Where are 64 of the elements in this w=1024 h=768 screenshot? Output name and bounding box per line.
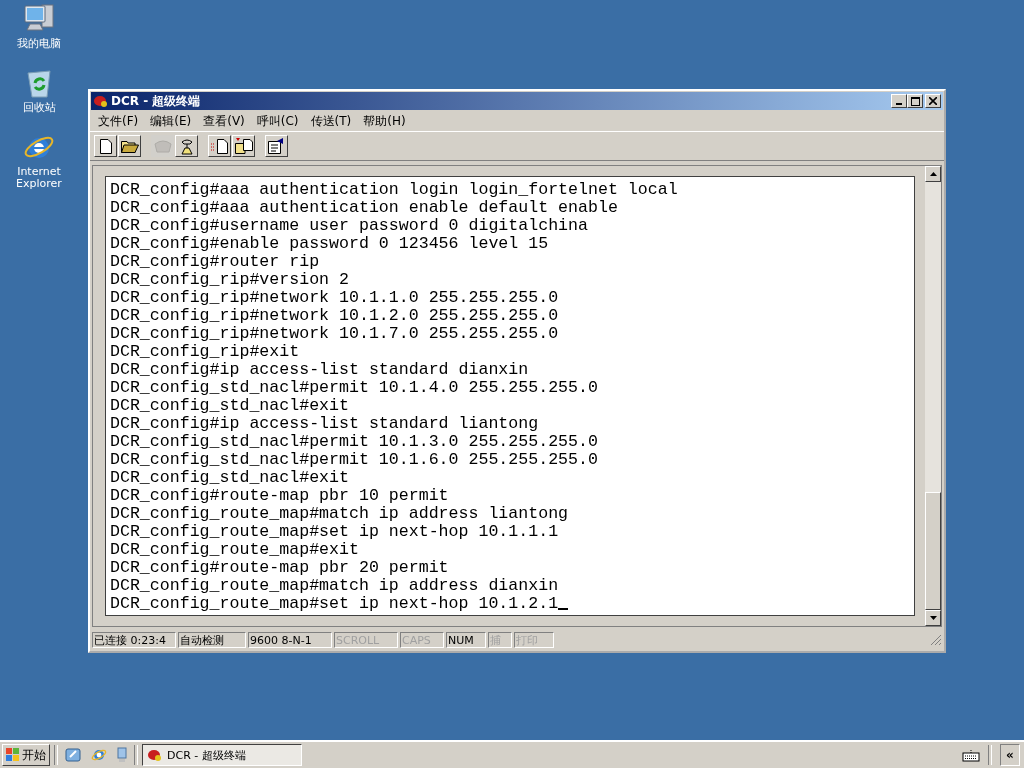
terminal-line: DCR_config_route_map#set ip next-hop 10.1.2.1 xyxy=(110,595,559,613)
terminal-line: DCR_config#router rip xyxy=(110,253,320,271)
menu-item[interactable]: 传送(T) xyxy=(310,112,352,130)
terminal-line: DCR_config_std_nacl#permit 10.1.3.0 255.255.255.0 xyxy=(110,433,598,451)
terminal-line: DCR_config_rip#network 10.1.7.0 255.255.255.0 xyxy=(110,325,559,343)
terminal-line: DCR_config_rip#network 10.1.1.0 255.255.255.0 xyxy=(110,289,559,307)
terminal-line: DCR_config_std_nacl#permit 10.1.6.0 255.255.255.0 xyxy=(110,451,598,469)
scroll-down-icon xyxy=(929,616,937,620)
start-button[interactable]: 开始 xyxy=(2,744,50,766)
terminal-line: DCR_config_std_nacl#permit 10.1.4.0 255.255.255.0 xyxy=(110,379,598,397)
terminal-line: DCR_config#username user password 0 digitalchina xyxy=(110,217,588,235)
terminal-line: DCR_config_route_map#set ip next-hop 10.1.1.1 xyxy=(110,523,559,541)
new-document-icon xyxy=(99,138,112,154)
status-field: 自动检测 xyxy=(178,632,246,648)
terminal-line: DCR_config#ip access-list standard liantong xyxy=(110,415,539,433)
status-field: 已连接 0:23:4 xyxy=(92,632,176,648)
maximize-button[interactable] xyxy=(907,94,923,108)
terminal-line: DCR_config_rip#network 10.1.2.0 255.255.255.0 xyxy=(110,307,559,325)
resize-grip-icon[interactable] xyxy=(930,634,942,646)
status-field: 9600 8-N-1 xyxy=(248,632,332,648)
vertical-scrollbar[interactable] xyxy=(925,166,941,626)
terminal-line: DCR_config_route_map#match ip address dianxin xyxy=(110,577,559,595)
terminal-line: DCR_config#route-map pbr 10 permit xyxy=(110,487,449,505)
menu-item[interactable]: 编辑(E) xyxy=(150,112,192,130)
app-icon xyxy=(93,94,109,108)
terminal-line: DCR_config#aaa authentication login login_fortelnet local xyxy=(110,181,678,199)
desktop-icon-label[interactable]: 我的电脑 xyxy=(9,38,69,50)
terminal-line: DCR_config_std_nacl#exit xyxy=(110,397,349,415)
phone-icon xyxy=(153,139,172,153)
receive-file-icon xyxy=(234,138,253,154)
maximize-icon xyxy=(910,96,920,106)
window-title: DCR - 超级终端 xyxy=(111,92,201,110)
terminal-line: DCR_config_route_map#exit xyxy=(110,541,359,559)
close-button[interactable] xyxy=(925,94,941,108)
terminal-line: DCR_config#route-map pbr 20 permit xyxy=(110,559,449,577)
folder-icon xyxy=(120,139,139,153)
terminal-line: DCR_config#ip access-list standard dianxin xyxy=(110,361,529,379)
scroll-thumb[interactable] xyxy=(925,492,941,610)
terminal-screen[interactable] xyxy=(105,176,915,616)
app-icon xyxy=(147,748,163,762)
desktop-icon-label[interactable]: Internet Explorer xyxy=(9,166,69,190)
taskbar-button[interactable]: DCR - 超级终端 xyxy=(142,744,302,766)
terminal-line: DCR_config_rip#version 2 xyxy=(110,271,349,289)
browser-icon[interactable] xyxy=(91,747,107,763)
terminal-line: DCR_config_route_map#match ip address liantong xyxy=(110,505,569,523)
status-field: NUM xyxy=(446,632,486,648)
terminal-line: DCR_config_std_nacl#exit xyxy=(110,469,349,487)
tray-expand-button[interactable]: « xyxy=(1000,744,1020,766)
scroll-up-icon xyxy=(929,172,937,176)
menu-item[interactable]: 呼叫(C) xyxy=(256,112,299,130)
close-icon xyxy=(929,97,937,105)
windows-logo-icon xyxy=(6,748,20,762)
phone-icon xyxy=(179,137,194,155)
terminal-line: DCR_config#enable password 0 123456 level 15 xyxy=(110,235,549,253)
menu-item[interactable]: 查看(V) xyxy=(203,112,245,130)
terminal-line: DCR_config_rip#exit xyxy=(110,343,300,361)
terminal-line: DCR_config#aaa authentication enable default enable xyxy=(110,199,618,217)
minimize-button[interactable] xyxy=(891,94,907,108)
keyboard-icon[interactable] xyxy=(962,748,980,762)
menu-item[interactable]: 文件(F) xyxy=(98,112,139,130)
desktop-icon-label[interactable]: 回收站 xyxy=(9,102,69,114)
properties-icon xyxy=(267,138,286,154)
send-file-icon xyxy=(210,138,229,154)
menu-item[interactable]: 帮助(H) xyxy=(363,112,406,130)
